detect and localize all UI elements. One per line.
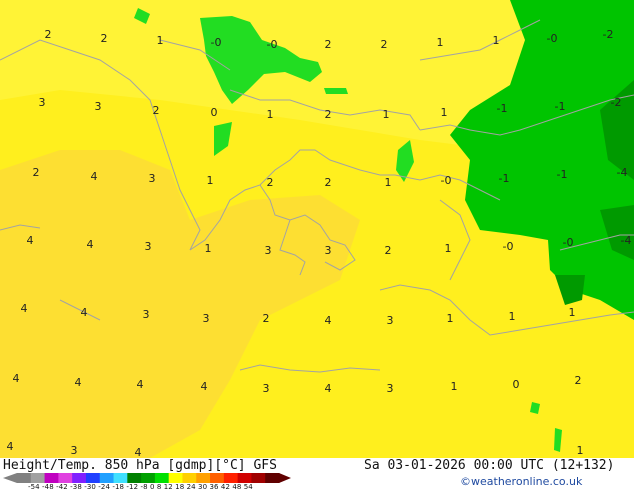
scale-swatch	[72, 473, 87, 483]
temperature-label: 3	[95, 100, 102, 113]
scale-swatch	[154, 473, 170, 483]
cold-patch-thin	[324, 88, 348, 94]
temperature-label: 2	[45, 28, 52, 41]
scale-swatch	[168, 473, 183, 483]
temperature-label: -1	[499, 172, 510, 185]
temperature-label: 3	[143, 308, 150, 321]
temperature-label: 1	[385, 176, 392, 189]
temperature-label: 3	[325, 244, 332, 257]
scale-swatch	[99, 473, 115, 483]
temperature-label: 4	[27, 234, 34, 247]
temperature-label: 2	[33, 166, 40, 179]
temperature-label: 4	[91, 170, 98, 183]
temperature-label: 3	[387, 314, 394, 327]
temperature-label: 4	[135, 446, 142, 458]
temperature-label: 3	[39, 96, 46, 109]
temperature-label: 2	[381, 38, 388, 51]
temperature-label: 1	[445, 242, 452, 255]
temperature-label: -0	[211, 36, 222, 49]
temperature-label: 4	[87, 238, 94, 251]
temperature-label: 1	[441, 106, 448, 119]
temperature-label: 1	[383, 108, 390, 121]
scale-arrow-right	[279, 473, 291, 483]
temperature-label: 1	[509, 310, 516, 323]
temperature-label: -1	[555, 100, 566, 113]
temperature-label: 0	[211, 106, 218, 119]
temperature-label: -0	[503, 240, 514, 253]
temperature-label: 4	[75, 376, 82, 389]
temperature-label: -0	[547, 32, 558, 45]
temperature-label: 2	[101, 32, 108, 45]
scale-swatch	[265, 473, 280, 483]
temperature-label: 2	[325, 176, 332, 189]
credit-link[interactable]: ©weatheronline.co.uk	[460, 475, 582, 488]
temperature-label: 4	[13, 372, 20, 385]
temperature-label: -0	[563, 236, 574, 249]
temperature-label: -2	[611, 96, 622, 109]
scale-swatch	[182, 473, 197, 483]
temperature-label: 3	[387, 382, 394, 395]
temperature-label: -1	[497, 102, 508, 115]
scale-swatch	[196, 473, 211, 483]
temperature-label: 2	[325, 108, 332, 121]
temperature-label: 1	[447, 312, 454, 325]
temperature-label: 4	[81, 306, 88, 319]
temperature-label: -1	[557, 168, 568, 181]
temperature-label: 2	[267, 176, 274, 189]
scale-swatch	[210, 473, 225, 483]
temperature-label: 4	[325, 382, 332, 395]
temperature-label: 1	[569, 306, 576, 319]
weather-map: 2 2 1 -0 -0 2 2 1 1 -0 -2 3 3 2 0 1 2 1 1 -1 -1 -2 2 4 3 1 2 2 1 -0 -1…	[0, 0, 634, 458]
scale-swatch	[113, 473, 128, 483]
temperature-label: 1	[437, 36, 444, 49]
scale-swatch	[251, 473, 266, 483]
scale-swatch	[223, 473, 239, 483]
temperature-label: 3	[203, 312, 210, 325]
temperature-label: 4	[201, 380, 208, 393]
temperature-label: 3	[71, 444, 78, 457]
temperature-label: 2	[153, 104, 160, 117]
temperature-label: 1	[205, 242, 212, 255]
temperature-label: 4	[21, 302, 28, 315]
temperature-label: 1	[577, 444, 584, 457]
scale-swatch	[17, 473, 32, 483]
map-canvas: 2 2 1 -0 -0 2 2 1 1 -0 -2 3 3 2 0 1 2 1 1 -1 -1 -2 2 4 3 1 2 2 1 -0 -1…	[0, 0, 634, 458]
scale-swatch	[237, 473, 252, 483]
temperature-label: 1	[493, 34, 500, 47]
temperature-label: -0	[267, 38, 278, 51]
temperature-label: 4	[137, 378, 144, 391]
temperature-label: 3	[145, 240, 152, 253]
temperature-label: -0	[441, 174, 452, 187]
temperature-label: 2	[385, 244, 392, 257]
temperature-label: 3	[263, 382, 270, 395]
temperature-label: 0	[513, 378, 520, 391]
temperature-label: -4	[621, 234, 632, 247]
map-footer: Height/Temp. 850 hPa [gdmp][°C] GFS Sa 0…	[0, 458, 634, 491]
temperature-label: 1	[157, 34, 164, 47]
scale-arrow-left	[3, 473, 17, 483]
temperature-label: -4	[617, 166, 628, 179]
temperature-label: 1	[207, 174, 214, 187]
temperature-label: 4	[7, 440, 14, 453]
temperature-label: 3	[149, 172, 156, 185]
temperature-label: 2	[263, 312, 270, 325]
temperature-label: 3	[265, 244, 272, 257]
scale-swatch	[30, 473, 46, 483]
temperature-label: 2	[325, 38, 332, 51]
scale-swatch	[44, 473, 59, 483]
scale-swatch	[58, 473, 73, 483]
map-title: Height/Temp. 850 hPa [gdmp][°C] GFS	[3, 458, 277, 473]
temperature-label: 1	[267, 108, 274, 121]
temperature-label: -2	[603, 28, 614, 41]
temperature-label: 4	[325, 314, 332, 327]
scale-swatch	[127, 473, 142, 483]
valid-time: Sa 03-01-2026 00:00 UTC (12+132)	[364, 458, 615, 473]
scale-swatch	[85, 473, 101, 483]
temperature-label: 1	[451, 380, 458, 393]
temperature-label: 2	[575, 374, 582, 387]
scale-swatch	[141, 473, 156, 483]
